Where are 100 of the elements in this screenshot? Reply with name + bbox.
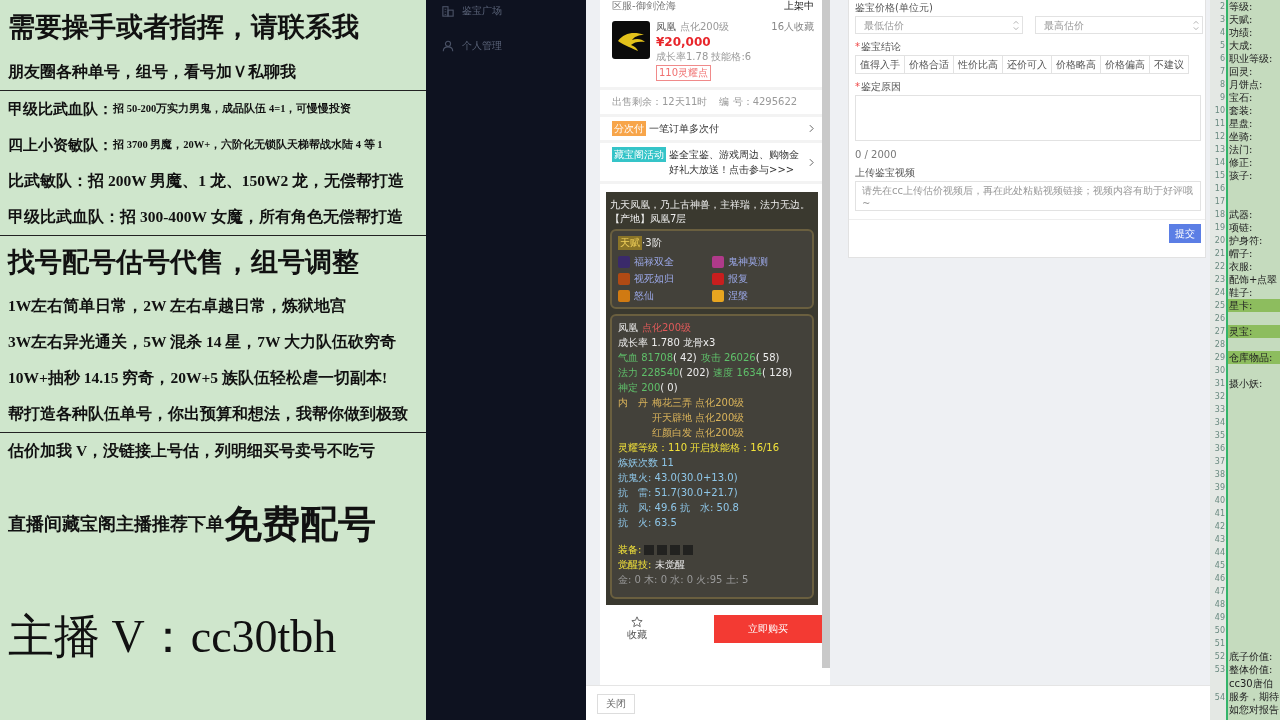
number-field[interactable]: 最高估价 xyxy=(1035,16,1203,34)
skill-icon xyxy=(618,273,630,285)
number-field[interactable]: 最低估价 xyxy=(855,16,1023,34)
skill-icon xyxy=(712,256,724,268)
sheet-cell-text: 坐骑: xyxy=(1228,130,1254,143)
row-number: 10 xyxy=(1210,104,1228,117)
stat-line: 抗 火: 63.5 xyxy=(618,516,677,530)
chevron-icon[interactable] xyxy=(809,157,814,167)
awakening-value: 未觉醒 xyxy=(655,559,686,570)
pet-stats: 成长率1.78 技能格:6 xyxy=(656,50,752,64)
row-number: 50 xyxy=(1210,624,1228,637)
skill-icon xyxy=(618,290,630,302)
pet-origin: 【产地】凤凰7层 xyxy=(610,212,687,226)
buy-now-button[interactable]: 立即购买 xyxy=(714,615,822,643)
row-number: 52 xyxy=(1210,650,1228,663)
stat-line: 开天辟地 点化200级 xyxy=(651,411,745,425)
stat-line: 气血 81708( 42) 攻击 26026( 58) xyxy=(618,351,780,365)
row-number: 36 xyxy=(1210,442,1228,455)
ad-text: 甲级比武血队：招 50-200万实力男鬼，成品队伍 4=1，可慢慢投资 xyxy=(8,99,352,119)
promo-text[interactable]: 一笔订单多次付 xyxy=(649,121,805,136)
option-button[interactable]: 价格略高 xyxy=(1052,55,1101,74)
row-number: 29 xyxy=(1210,351,1228,364)
sheet-cell-text: 大成: xyxy=(1228,39,1254,52)
pet-description: 九天凤凰，乃上古神兽，主祥瑞，法力无边。 xyxy=(610,198,810,212)
price-text: ¥20,000 xyxy=(656,35,711,49)
pet-name: 凤凰 xyxy=(656,20,676,34)
ad-text: 朋友圈各种单号，组号，看号加Ｖ私聊我 xyxy=(8,61,296,82)
row-number: 38 xyxy=(1210,468,1228,481)
stat-line: 法力 228540( 202) 速度 1634( 128) xyxy=(618,366,793,380)
option-button[interactable]: 价格偏高 xyxy=(1101,55,1150,74)
favorite-button[interactable]: 收藏 xyxy=(612,616,662,642)
ad-text: 估价加我 V，没链接上号估，列明细买号卖号不吃亏 xyxy=(8,440,376,461)
scrollbar[interactable] xyxy=(822,0,830,668)
option-button[interactable]: 值得入手 xyxy=(855,55,905,74)
contact-text: 主播 V：cc30tbh xyxy=(8,610,338,664)
reason-textarea[interactable] xyxy=(855,95,1201,141)
spinner-icon[interactable] xyxy=(1013,20,1019,31)
promo-label: 分次付 xyxy=(612,121,646,136)
option-button[interactable]: 还价可入 xyxy=(1003,55,1052,74)
sheet-cell-text: 宝石: xyxy=(1228,91,1254,104)
row-number: 5 xyxy=(1210,39,1228,52)
pet-image xyxy=(612,21,650,59)
sheet-cell-text: 等级: xyxy=(1228,0,1254,13)
sheet-cell-text: 孩子: xyxy=(1228,169,1254,182)
ad-text: 比武敏队：招 200W 男魔、1 龙、150W2 龙，无偿帮打造 xyxy=(8,170,405,191)
chevron-icon[interactable] xyxy=(809,124,814,133)
row-number: 17 xyxy=(1210,195,1228,208)
row-number: 37 xyxy=(1210,455,1228,468)
stat-line: 炼妖次数 11 xyxy=(618,456,674,470)
sheet-cell-text: 项链: xyxy=(1228,221,1254,234)
spinner-icon[interactable] xyxy=(1193,20,1199,31)
promo-label: 藏宝阁活动 xyxy=(612,147,666,162)
stat-line: 抗 雷: 51.7(30.0+21.7) xyxy=(618,486,738,500)
sheet-cell-text: 配饰+点翠 xyxy=(1228,273,1279,286)
row-number: 40 xyxy=(1210,494,1228,507)
row-number: 43 xyxy=(1210,533,1228,546)
promo-text: 直播间藏宝阁主播推荐下单 xyxy=(8,514,224,534)
equipment-label: 装备: xyxy=(618,543,642,557)
sheet-cell-text: 天赋: xyxy=(1228,13,1254,26)
row-number: 39 xyxy=(1210,481,1228,494)
row-number: 25 xyxy=(1210,299,1228,312)
sheet-cell-text: 衣服: xyxy=(1228,260,1254,273)
row-number: 48 xyxy=(1210,598,1228,611)
close-button[interactable]: 关闭 xyxy=(597,693,635,714)
row-number: 14 xyxy=(1210,156,1228,169)
skill-name: 报复 xyxy=(728,272,748,286)
ad-text: 甲级比武血队：招 300-400W 女魔，所有角色无偿帮打造 xyxy=(8,206,403,227)
sale-time: 出售剩余：12天11时 xyxy=(612,95,708,109)
video-link-field[interactable]: 请先在cc上传估价视频后，再在此处粘贴视频链接；视频内容有助于好评哦~ xyxy=(855,181,1201,211)
pet-tag-label: 110灵耀点 xyxy=(656,65,712,81)
sheet-cell-text: cc30唐伯 服务，期待 如您对报告 xyxy=(1228,677,1280,717)
option-button[interactable]: 不建议 xyxy=(1150,55,1189,74)
equipment-icon xyxy=(670,544,681,555)
stat-line: 成长率 1.780 龙骨x3 xyxy=(618,336,716,350)
ad-text: 帮打造各种队伍单号，你出预算和想法，我帮你做到极致 xyxy=(8,403,408,424)
row-number: 22 xyxy=(1210,260,1228,273)
submit-button[interactable]: 提交 xyxy=(1169,224,1201,243)
sheet-cell: 仓库物品: xyxy=(1228,351,1280,364)
option-button[interactable]: 性价比高 xyxy=(954,55,1003,74)
row-number: 30 xyxy=(1210,364,1228,377)
promo-highlight-text: 免费配号 xyxy=(224,501,376,547)
row-number: 16 xyxy=(1210,182,1228,195)
sheet-cell-text: 回灵: xyxy=(1228,65,1254,78)
stat-line: 神定 200( 0) xyxy=(618,381,678,395)
promo-text[interactable]: 鉴全宝鉴、游戏周边、购物金好礼大放送！点击参与>>> xyxy=(669,147,805,177)
row-number: 35 xyxy=(1210,429,1228,442)
ad-text: 1W左右简单日常，2W 左右卓越日常，炼狱地宫 xyxy=(8,295,347,316)
sheet-cell-text: 护身符: xyxy=(1228,234,1264,247)
building-icon xyxy=(442,5,454,17)
option-button[interactable]: 价格合适 xyxy=(905,55,954,74)
row-number: 2 xyxy=(1210,0,1228,13)
row-number: 46 xyxy=(1210,572,1228,585)
ad-text: 3W左右异光通关，5W 混杀 14 星，7W 大力队伍砍穷奇 xyxy=(8,331,397,352)
row-number: 6 xyxy=(1210,52,1228,65)
field-label: 鉴宝价格(单位元) xyxy=(855,1,934,14)
row-number: 23 xyxy=(1210,273,1228,286)
stat-line: 灵耀等级：110 开启技能格：16/16 xyxy=(618,441,780,455)
equipment-icon xyxy=(657,544,668,555)
row-number: 54 xyxy=(1210,676,1228,720)
sheet-cell: 灵宝: xyxy=(1228,325,1280,338)
